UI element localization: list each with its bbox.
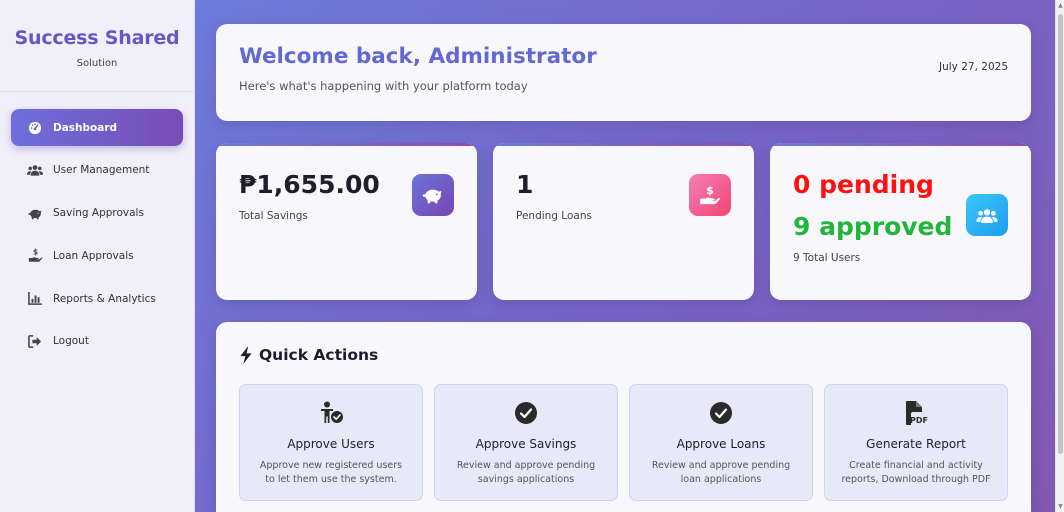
welcome-subtitle: Here's what's happening with your platfo… xyxy=(239,79,528,93)
action-title: Approve Savings xyxy=(475,437,577,451)
scroll-down-arrow-icon[interactable]: ▼ xyxy=(1057,503,1064,510)
stat-label: 9 Total Users xyxy=(793,252,861,264)
pending-users-count: 0 pending xyxy=(793,170,934,199)
stat-card-loans: 1 Pending Loans $ xyxy=(493,143,754,300)
sidebar-item-label: Logout xyxy=(53,335,89,348)
generate-report-action[interactable]: PDF Generate Report Create financial and… xyxy=(824,384,1008,501)
quick-actions-label: Quick Actions xyxy=(259,346,379,364)
logout-icon xyxy=(27,333,43,349)
quick-actions-card: Quick Actions Approve Users Approve new … xyxy=(216,322,1031,512)
hand-dollar-icon: $ xyxy=(27,248,43,264)
bar-chart-icon xyxy=(27,291,43,307)
sidebar-item-logout[interactable]: Logout xyxy=(11,323,183,360)
welcome-card: Welcome back, Administrator Here's what'… xyxy=(216,24,1031,121)
users-icon xyxy=(966,194,1008,236)
page-title: Welcome back, Administrator xyxy=(239,44,597,69)
action-description: Review and approve pending savings appli… xyxy=(456,460,596,485)
sidebar-item-dashboard[interactable]: Dashboard xyxy=(11,109,183,146)
bolt-icon xyxy=(239,346,253,364)
stat-value: 1 xyxy=(516,170,534,199)
stat-card-savings: ₱1,655.00 Total Savings xyxy=(216,143,477,300)
brand: Success Shared Solution xyxy=(0,0,194,92)
svg-text:$: $ xyxy=(32,248,37,257)
stat-value: ₱1,655.00 xyxy=(239,170,380,199)
quick-actions-title: Quick Actions xyxy=(239,346,378,364)
approved-users-count: 9 approved xyxy=(793,212,953,241)
user-check-icon xyxy=(240,401,422,425)
sidebar-item-label: User Management xyxy=(53,164,150,177)
approve-loans-action[interactable]: Approve Loans Review and approve pending… xyxy=(629,384,813,501)
action-title: Approve Loans xyxy=(676,437,766,451)
scrollbar-thumb[interactable] xyxy=(1058,14,1063,454)
approve-savings-action[interactable]: Approve Savings Review and approve pendi… xyxy=(434,384,618,501)
gauge-icon xyxy=(27,120,43,136)
brand-title: Success Shared xyxy=(14,27,180,49)
stat-card-users: 0 pending 9 approved 9 Total Users xyxy=(770,143,1031,300)
page-scrollbar[interactable]: ▲ ▼ xyxy=(1055,0,1064,512)
sidebar-item-saving-approvals[interactable]: Saving Approvals xyxy=(11,195,183,232)
action-title: Approve Users xyxy=(287,437,375,451)
sidebar-item-loan-approvals[interactable]: $ Loan Approvals xyxy=(11,237,183,274)
sidebar-item-label: Reports & Analytics xyxy=(53,292,156,305)
brand-subtitle: Solution xyxy=(76,58,118,69)
stat-label: Pending Loans xyxy=(516,210,592,222)
svg-text:$: $ xyxy=(706,184,714,197)
action-description: Approve new registered users to let them… xyxy=(259,460,403,485)
stat-label: Total Savings xyxy=(239,210,308,222)
sidebar-item-reports-analytics[interactable]: Reports & Analytics xyxy=(11,280,183,317)
check-circle-icon xyxy=(630,401,812,425)
svg-text:PDF: PDF xyxy=(910,416,928,425)
sidebar-item-label: Dashboard xyxy=(53,121,118,134)
check-circle-icon xyxy=(435,401,617,425)
approve-users-action[interactable]: Approve Users Approve new registered use… xyxy=(239,384,423,501)
users-icon xyxy=(27,162,43,178)
action-description: Create financial and activity reports, D… xyxy=(841,460,991,485)
scroll-up-arrow-icon[interactable]: ▲ xyxy=(1057,2,1064,9)
sidebar-nav: Dashboard User Management Saving Approva… xyxy=(11,109,183,366)
sidebar-item-label: Saving Approvals xyxy=(53,207,144,220)
sidebar-item-label: Loan Approvals xyxy=(53,249,134,262)
piggy-bank-icon xyxy=(27,205,43,221)
piggy-bank-icon xyxy=(412,174,454,216)
pdf-file-icon: PDF xyxy=(825,401,1007,426)
sidebar-item-user-management[interactable]: User Management xyxy=(11,152,183,189)
current-date: July 27, 2025 xyxy=(939,61,1008,73)
action-title: Generate Report xyxy=(866,437,966,451)
hand-dollar-icon: $ xyxy=(689,174,731,216)
action-description: Review and approve pending loan applicat… xyxy=(651,460,791,485)
sidebar: Success Shared Solution Dashboard User M… xyxy=(0,0,195,512)
